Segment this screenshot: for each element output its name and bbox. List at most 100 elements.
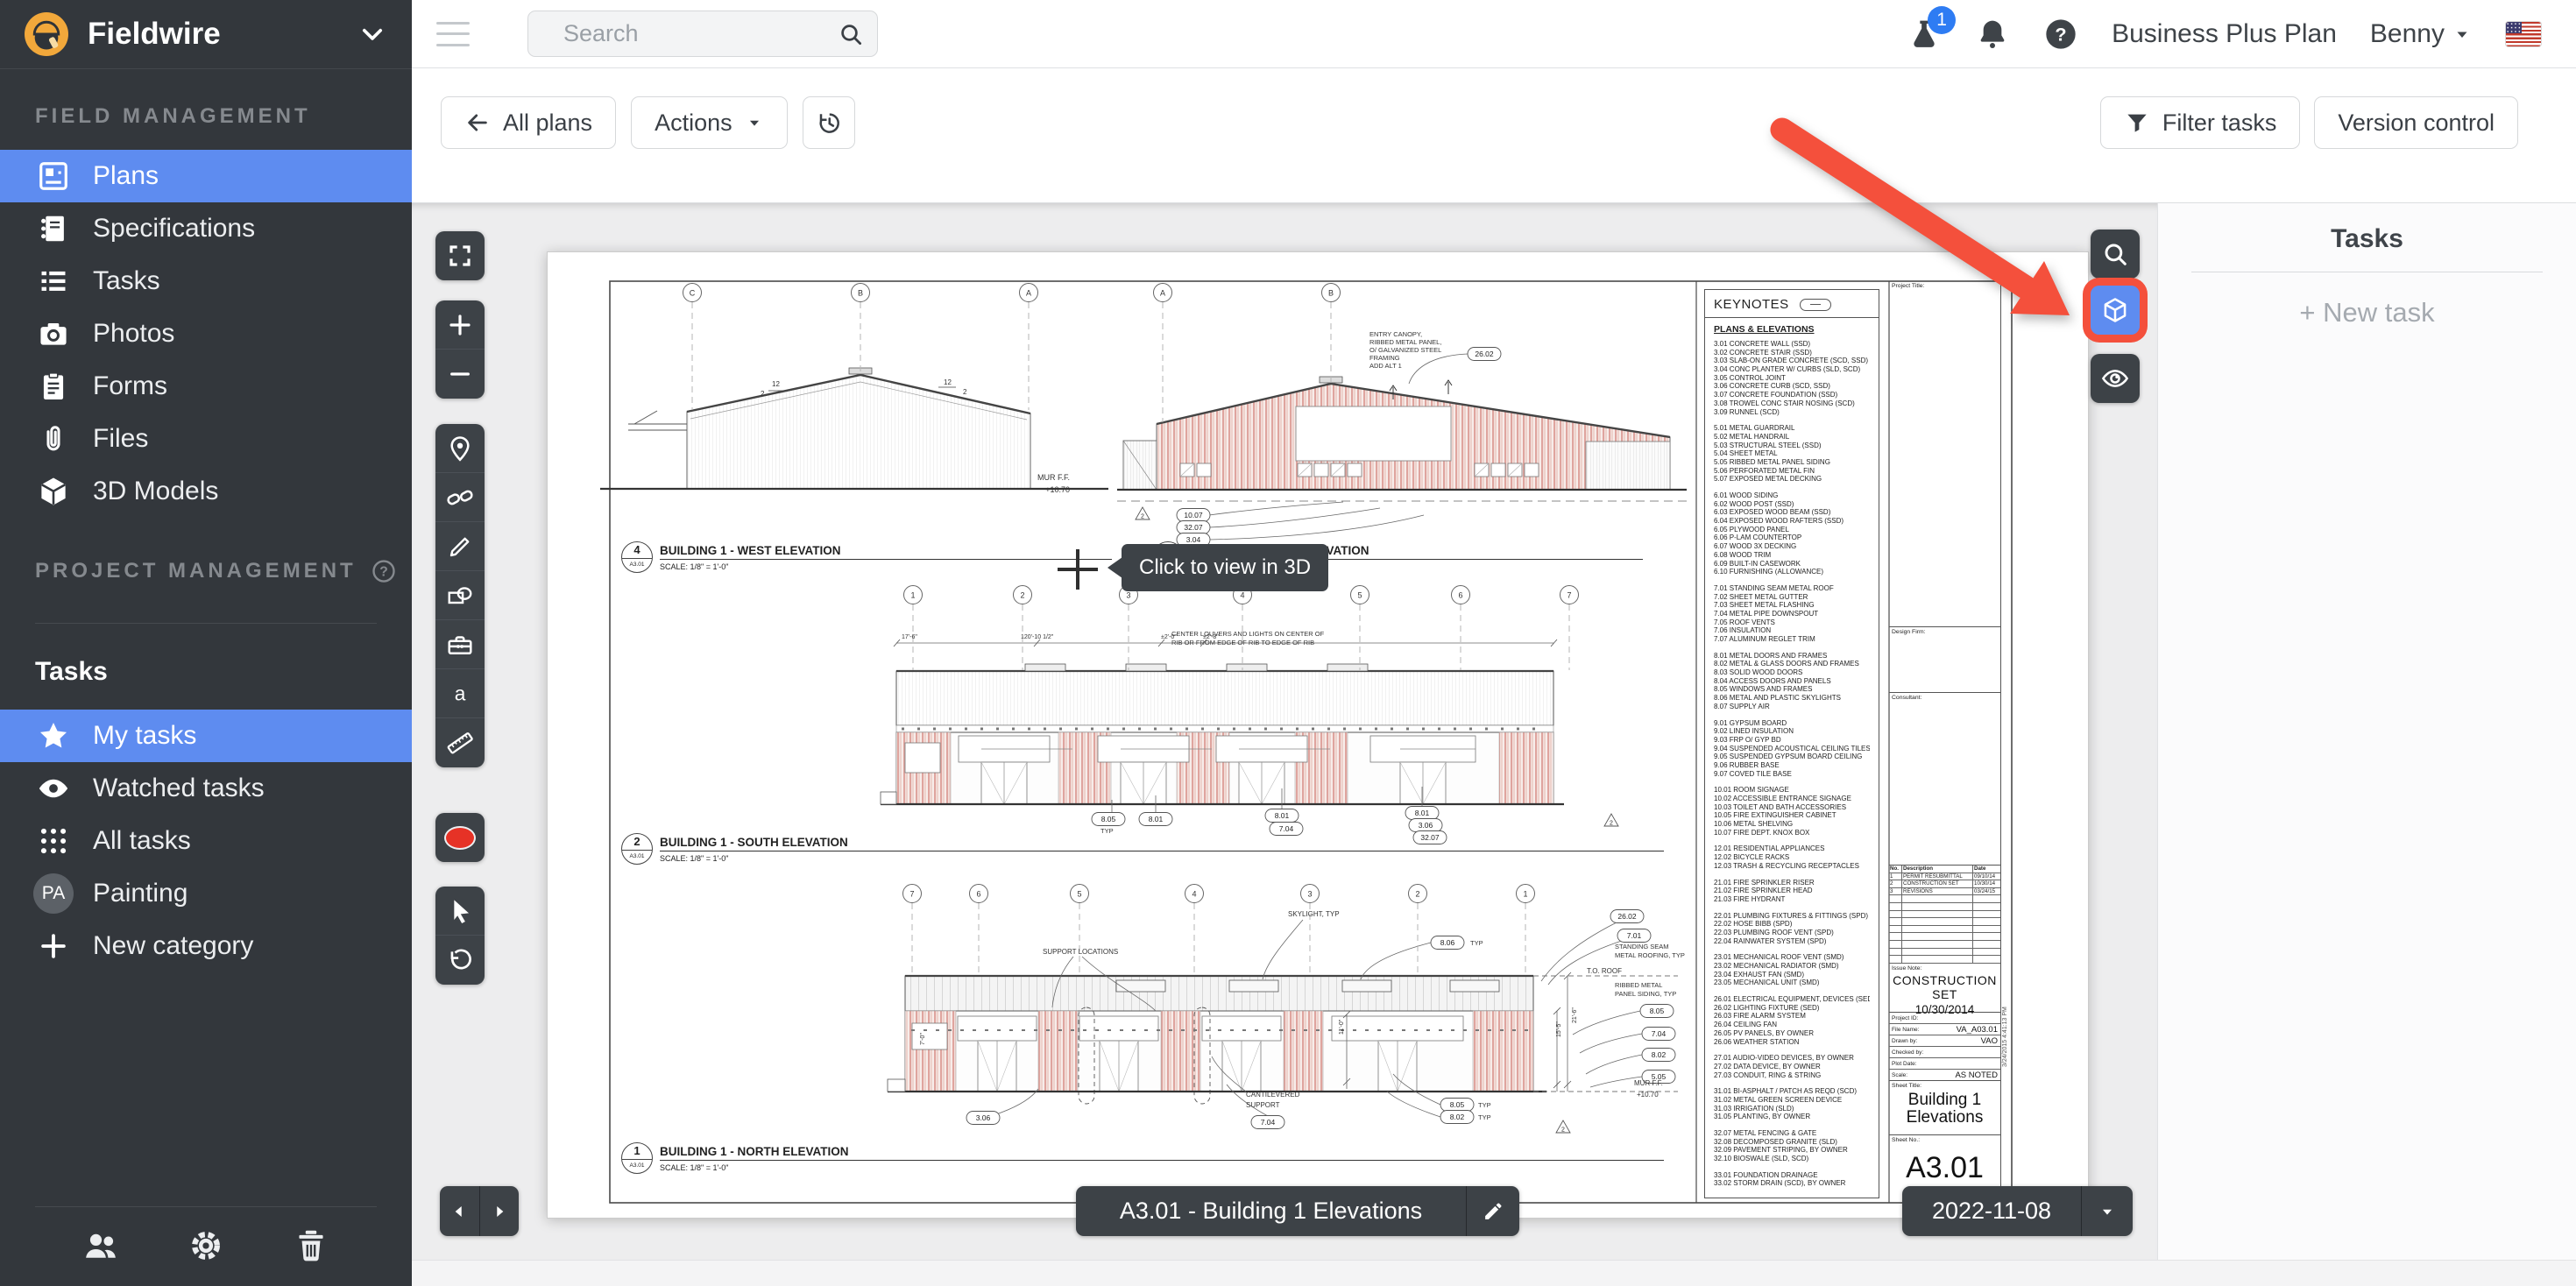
history-clock-icon xyxy=(816,110,842,136)
pin-tool-button[interactable] xyxy=(435,424,485,473)
keynote-callout: 26.02 xyxy=(1468,348,1501,361)
cube-icon xyxy=(37,475,70,508)
sidebar-item-painting[interactable]: PA Painting xyxy=(0,867,412,920)
keynote-line: 26.03 FIRE ALARM SYSTEM xyxy=(1714,1012,1870,1021)
undo-button[interactable] xyxy=(435,936,485,985)
settings-gear-button[interactable] xyxy=(187,1226,225,1265)
help-circle-icon[interactable] xyxy=(371,558,397,584)
drawing-text: 120'-10 1/2" xyxy=(1021,634,1054,640)
fullscreen-button[interactable] xyxy=(435,231,485,280)
sidebar-item-specifications[interactable]: Specifications xyxy=(0,202,412,255)
measure-tool-button[interactable] xyxy=(435,718,485,767)
pen-tool-button[interactable] xyxy=(435,522,485,571)
actions-dropdown-button[interactable]: Actions xyxy=(631,96,788,149)
brand-header[interactable]: Fieldwire xyxy=(0,0,412,69)
keynote-line: 12.02 BICYCLE RACKS xyxy=(1714,853,1870,862)
revision-triangle: 2 xyxy=(1556,1120,1570,1134)
plans-icon xyxy=(37,159,70,193)
sidebar-item-photos[interactable]: Photos xyxy=(0,307,412,360)
svg-text:B: B xyxy=(858,289,863,298)
specs-icon xyxy=(37,212,70,245)
sidebar-item-label: New category xyxy=(93,931,253,961)
keynote-line: 10.03 TOILET AND BATH ACCESSORIES xyxy=(1714,803,1870,812)
zoom-in-button[interactable] xyxy=(435,300,485,350)
new-task-button[interactable]: + New task xyxy=(2158,297,2576,329)
pencil-icon xyxy=(446,533,474,561)
keynote-line: 27.01 AUDIO-VIDEO DEVICES, BY OWNER xyxy=(1714,1054,1870,1063)
sidebar-item-files[interactable]: Files xyxy=(0,413,412,465)
keynote-line: 31.05 PLANTING, BY OWNER xyxy=(1714,1113,1870,1121)
markup-visibility-button[interactable] xyxy=(2091,354,2140,403)
keynote-line: 21.02 FIRE SPRINKLER HEAD xyxy=(1714,887,1870,895)
project-management-row[interactable]: PROJECT MANAGEMENT xyxy=(0,518,412,584)
plan-sheet[interactable]: CBAAB1234567765432126.0210.0732.073.048.… xyxy=(547,251,2089,1219)
sidebar-item-3d-models[interactable]: 3D Models xyxy=(0,465,412,518)
tasks-nav: My tasksWatched tasksAll tasks PA Painting… xyxy=(0,710,412,972)
category-avatar: PA xyxy=(33,873,74,914)
keynote-line: 10.02 ACCESSIBLE ENTRANCE SIGNAGE xyxy=(1714,795,1870,803)
select-tool-button[interactable] xyxy=(435,887,485,936)
keynote-line: 9.06 RUBBER BASE xyxy=(1714,761,1870,770)
language-flag-button[interactable] xyxy=(2506,22,2541,46)
rename-sheet-button[interactable] xyxy=(1467,1186,1519,1236)
drawing-text: MUR F.F. xyxy=(1634,1079,1663,1087)
history-button[interactable] xyxy=(803,96,855,149)
sidebar-item-new-category[interactable]: New category xyxy=(0,920,412,972)
keynotes-subtitle: PLANS & ELEVATIONS xyxy=(1714,324,1870,335)
all-plans-back-button[interactable]: All plans xyxy=(441,96,616,149)
previous-sheet-button[interactable] xyxy=(440,1186,479,1236)
sheet-title-pill[interactable]: A3.01 - Building 1 Elevations xyxy=(1076,1186,1519,1236)
keynotes-title: KEYNOTES xyxy=(1714,297,1789,312)
labs-flask-button[interactable]: 1 xyxy=(1907,17,1942,52)
sidebar-item-all-tasks[interactable]: All tasks xyxy=(0,815,412,867)
keynote-callout: 7.04 xyxy=(1642,1028,1675,1041)
svg-text:5: 5 xyxy=(1077,890,1081,899)
sheet-number: A3.01 xyxy=(1889,1151,2000,1185)
zoom-out-button[interactable] xyxy=(435,350,485,399)
sidebar-item-forms[interactable]: Forms xyxy=(0,360,412,413)
people-button[interactable] xyxy=(81,1226,120,1265)
record-button[interactable] xyxy=(435,813,485,862)
drawing-text: 15'-5" xyxy=(1556,1021,1562,1037)
sidebar-item-label: Painting xyxy=(93,879,188,908)
svg-text:1: 1 xyxy=(910,591,915,600)
keynote-line: 7.07 ALUMINUM REGLET TRIM xyxy=(1714,635,1870,644)
hamburger-menu-button[interactable] xyxy=(436,22,470,46)
user-menu[interactable]: Benny xyxy=(2370,19,2473,49)
project-management-section-label: PROJECT MANAGEMENT xyxy=(35,559,357,583)
sidebar-item-watched-tasks[interactable]: Watched tasks xyxy=(0,762,412,815)
version-date-pill[interactable]: 2022-11-08 xyxy=(1902,1186,2133,1236)
notifications-bell-button[interactable] xyxy=(1975,17,2010,52)
shapes-tool-button[interactable] xyxy=(435,571,485,620)
sheet-search-button[interactable] xyxy=(2091,230,2140,279)
view-3d-button[interactable] xyxy=(2091,286,2140,335)
help-button[interactable] xyxy=(2043,17,2078,52)
canvas-bottom-strip xyxy=(412,1260,2576,1286)
sheet-title: Building 1 Elevations xyxy=(1889,1092,2000,1127)
version-dropdown-button[interactable] xyxy=(2082,1186,2133,1236)
keynote-line: 6.09 BUILT-IN CASEWORK xyxy=(1714,560,1870,569)
link-tool-button[interactable] xyxy=(435,473,485,522)
keynote-line: 6.08 WOOD TRIM xyxy=(1714,551,1870,560)
sidebar-item-tasks[interactable]: Tasks xyxy=(0,255,412,307)
issue-note: CONSTRUCTION SET xyxy=(1889,973,2000,1001)
link-icon xyxy=(446,484,474,512)
filter-tasks-button[interactable]: Filter tasks xyxy=(2100,96,2301,149)
sidebar-item-plans[interactable]: Plans xyxy=(0,150,412,202)
drawing-text: 2 xyxy=(761,390,765,398)
chevron-down-icon[interactable] xyxy=(357,19,387,49)
keynote-line: 23.01 MECHANICAL ROOF VENT (SMD) xyxy=(1714,953,1870,962)
next-sheet-button[interactable] xyxy=(480,1186,520,1236)
drawing-text: CENTER LOUVERS AND LIGHTS ON CENTER OF xyxy=(1171,630,1325,638)
version-control-button[interactable]: Version control xyxy=(2314,96,2518,149)
keynote-line: 9.04 SUSPENDED ACOUSTICAL CEILING TILES xyxy=(1714,745,1870,753)
search-input[interactable] xyxy=(527,11,878,57)
sheet-title-box: Sheet Title: Building 1 Elevations xyxy=(1889,1081,2000,1135)
trash-button[interactable] xyxy=(292,1226,330,1265)
svg-text:4: 4 xyxy=(1192,890,1196,899)
toolbox-button[interactable] xyxy=(435,620,485,669)
keynote-line: 26.06 WEATHER STATION xyxy=(1714,1038,1870,1047)
text-tool-button[interactable] xyxy=(435,669,485,718)
sidebar-item-my-tasks[interactable]: My tasks xyxy=(0,710,412,762)
keynote-line: 27.03 CONDUIT, RING & STRING xyxy=(1714,1071,1870,1080)
